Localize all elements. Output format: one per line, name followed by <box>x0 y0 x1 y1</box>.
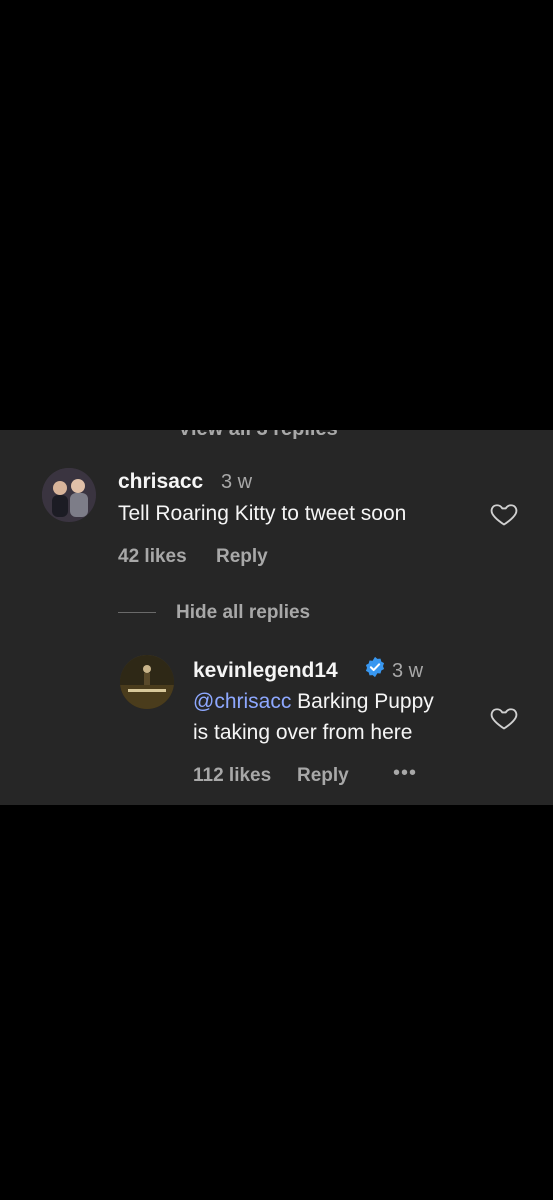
reply-likes[interactable]: 112 likes <box>193 765 271 787</box>
reply-text-line2: is taking over from here <box>193 721 413 744</box>
comments-panel: View all 3 replies chrisacc 3 w Tell Roa… <box>0 430 553 805</box>
comment-likes[interactable]: 42 likes <box>118 546 187 568</box>
comment-text: Tell Roaring Kitty to tweet soon <box>118 502 407 525</box>
comment-username[interactable]: chrisacc <box>118 470 203 494</box>
view-replies-cutoff[interactable]: View all 3 replies <box>178 430 338 441</box>
hide-replies-button[interactable]: Hide all replies <box>176 602 310 624</box>
more-options-icon[interactable]: ••• <box>393 762 417 785</box>
reply-time: 3 w <box>392 660 424 682</box>
replies-divider <box>118 612 156 613</box>
reply-text-rest: Barking Puppy <box>291 690 434 713</box>
reply-text-line1: @chrisacc Barking Puppy <box>193 686 434 717</box>
reply-username[interactable]: kevinlegend14 <box>193 659 338 683</box>
reply-mention[interactable]: @chrisacc <box>193 690 291 713</box>
heart-outline-icon[interactable] <box>489 704 519 732</box>
reply-reply-button[interactable]: Reply <box>297 765 349 787</box>
avatar-chrisacc[interactable] <box>42 468 96 522</box>
comment-time: 3 w <box>221 471 253 493</box>
avatar-kevinlegend14[interactable] <box>120 655 174 709</box>
verified-badge-icon <box>365 656 385 678</box>
comment-reply-button[interactable]: Reply <box>216 546 268 568</box>
heart-outline-icon[interactable] <box>489 500 519 528</box>
